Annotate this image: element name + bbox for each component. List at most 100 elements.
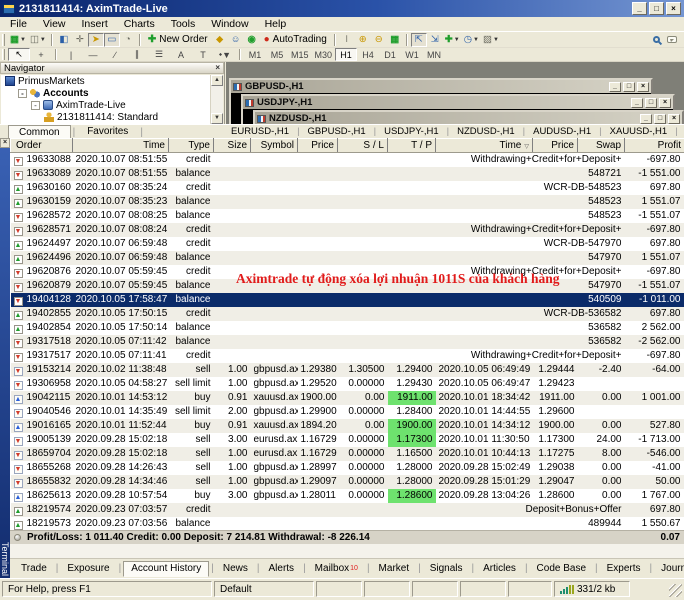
maximize-button[interactable]: □ — [654, 114, 666, 124]
close-icon[interactable]: × — [215, 64, 220, 72]
tile-windows-icon[interactable]: ▦ — [387, 33, 403, 47]
timeframe-h4[interactable]: H4 — [357, 48, 379, 61]
tab-news[interactable]: News — [216, 561, 255, 577]
table-row[interactable]: 196208762020.10.07 05:59:45creditWithdra… — [11, 265, 684, 279]
indicators-button[interactable]: ✚▼ — [443, 33, 462, 47]
menu-insert[interactable]: Insert — [74, 17, 116, 31]
zoom-out-icon[interactable]: ⊖ — [371, 33, 387, 47]
tab-articles[interactable]: Articles — [476, 561, 523, 577]
close-button[interactable]: × — [668, 114, 680, 124]
column-header-4[interactable]: Symbol — [251, 139, 298, 153]
resize-grip[interactable] — [669, 584, 682, 597]
column-header-8[interactable]: Time▽ — [436, 139, 533, 153]
tab-market[interactable]: Market — [372, 561, 417, 577]
table-row[interactable]: 196301592020.10.07 08:35:23balance548523… — [11, 195, 684, 209]
column-header-9[interactable]: Price — [533, 139, 578, 153]
table-row[interactable]: 190421152020.10.01 14:53:12buy0.91xauusd… — [11, 391, 684, 405]
tab-exposure[interactable]: Exposure — [60, 561, 116, 577]
table-row[interactable]: 194028552020.10.05 17:50:15creditWCR-DB-… — [11, 307, 684, 321]
table-row[interactable]: 196330892020.10.07 08:51:55balance548721… — [11, 167, 684, 181]
chart-window-title[interactable]: GBPUSD-,H1_□× — [231, 80, 651, 93]
terminal-toggle-icon[interactable]: ▭ — [104, 33, 120, 47]
menu-view[interactable]: View — [35, 17, 74, 31]
trendline-icon[interactable]: ∕ — [104, 48, 126, 61]
tab-alerts[interactable]: Alerts — [262, 561, 302, 577]
timeframe-m15[interactable]: M15 — [288, 48, 312, 61]
periods-button[interactable]: ◷▼ — [462, 33, 481, 47]
fibonacci-icon[interactable]: ☰ — [148, 48, 170, 61]
menu-tools[interactable]: Tools — [163, 17, 204, 31]
label-icon[interactable]: T — [192, 48, 214, 61]
table-row[interactable]: 191532142020.10.02 11:38:48sell1.00gbpus… — [11, 363, 684, 377]
table-row[interactable]: 196244972020.10.07 06:59:48creditWCR-DB-… — [11, 237, 684, 251]
new-order-button[interactable]: ✚New Order — [144, 33, 212, 47]
table-row[interactable]: 190405462020.10.01 14:35:49sell limit2.0… — [11, 405, 684, 419]
column-header-2[interactable]: Type — [169, 139, 214, 153]
navigator-item[interactable]: 2131811414: Standard — [1, 111, 223, 123]
table-row[interactable]: 193069582020.10.05 04:58:27sell limit1.0… — [11, 377, 684, 391]
chart-window-title[interactable]: USDJPY-,H1_□× — [243, 96, 673, 109]
tab-experts[interactable]: Experts — [600, 561, 648, 577]
vertical-line-icon[interactable]: | — [60, 48, 82, 61]
timeframe-d1[interactable]: D1 — [379, 48, 401, 61]
table-row[interactable]: 186256132020.09.28 10:57:54buy3.00gbpusd… — [11, 489, 684, 503]
auto-scroll-icon[interactable]: ⇱ — [411, 33, 427, 47]
minimize-button[interactable]: _ — [640, 114, 652, 124]
minimize-button[interactable]: _ — [609, 82, 621, 92]
timeframe-m5[interactable]: M5 — [266, 48, 288, 61]
menu-charts[interactable]: Charts — [116, 17, 163, 31]
navigator-item[interactable]: -AximTrade-Live — [1, 99, 223, 111]
table-row[interactable]: 196285712020.10.07 08:08:24creditWithdra… — [11, 223, 684, 237]
terminal-close-icon[interactable]: × — [0, 138, 10, 148]
menu-file[interactable]: File — [2, 17, 35, 31]
toolbar-grip[interactable] — [2, 34, 5, 46]
menu-window[interactable]: Window — [203, 17, 256, 31]
close-button[interactable]: × — [637, 82, 649, 92]
table-row[interactable]: 190161652020.10.01 11:52:44buy0.91xauusd… — [11, 419, 684, 433]
scroll-up-icon[interactable]: ▲ — [211, 75, 223, 86]
table-row[interactable]: 194041282020.10.05 17:58:47balance540509… — [11, 293, 684, 307]
shapes-button[interactable]: ⬩▼ — [214, 48, 236, 61]
close-button[interactable]: × — [659, 98, 671, 108]
chart-shift-icon[interactable]: ⇲ — [427, 33, 443, 47]
column-header-11[interactable]: Profit — [625, 139, 684, 153]
maximize-button[interactable]: □ — [623, 82, 635, 92]
tab-signals[interactable]: Signals — [423, 561, 470, 577]
chart-window[interactable]: NZDUSD-,H1_□× — [253, 110, 684, 124]
maximize-button[interactable]: □ — [649, 2, 664, 15]
chart-tab[interactable]: NZDUSD-,H1 — [451, 126, 521, 137]
table-row[interactable]: 193175172020.10.05 07:11:41creditWithdra… — [11, 349, 684, 363]
timeframe-mn[interactable]: MN — [423, 48, 445, 61]
terminal-caption-bar[interactable]: × Terminal — [0, 138, 10, 578]
metaeditor-icon[interactable]: ◆ — [212, 33, 228, 47]
tab-trade[interactable]: Trade — [14, 561, 54, 577]
new-chart-button[interactable]: ▦▼ — [8, 33, 28, 47]
table-row[interactable]: 186597042020.09.28 15:02:18sell1.00eurus… — [11, 447, 684, 461]
table-row[interactable]: 186558322020.09.28 14:34:46sell1.00gbpus… — [11, 475, 684, 489]
cursor-icon[interactable]: ↖ — [8, 48, 30, 61]
chart-window-title[interactable]: NZDUSD-,H1_□× — [255, 112, 682, 124]
table-row[interactable]: 190051392020.09.28 15:02:18sell3.00eurus… — [11, 433, 684, 447]
data-window-icon[interactable]: ✛ — [72, 33, 88, 47]
table-header-row[interactable]: OrderTimeTypeSizeSymbolPriceS / LT / PTi… — [11, 139, 684, 153]
column-header-0[interactable]: Order — [11, 139, 73, 153]
column-header-10[interactable]: Swap — [578, 139, 625, 153]
minimize-button[interactable]: _ — [632, 2, 647, 15]
maximize-button[interactable]: □ — [645, 98, 657, 108]
table-row[interactable]: 186552682020.09.28 14:26:43sell1.00gbpus… — [11, 461, 684, 475]
table-row[interactable]: 196330882020.10.07 08:51:55creditWithdra… — [11, 153, 684, 167]
timeframe-w1[interactable]: W1 — [401, 48, 423, 61]
timeframe-m30[interactable]: M30 — [312, 48, 336, 61]
status-profile[interactable]: Default — [214, 581, 314, 597]
strategy-tester-icon[interactable]: ◔ — [120, 33, 136, 47]
channel-icon[interactable]: ∥ — [126, 48, 148, 61]
experts-icon[interactable]: ☺ — [228, 33, 244, 47]
chart-tab[interactable]: EURUSD-,H1 — [225, 126, 295, 137]
menu-help[interactable]: Help — [257, 17, 295, 31]
table-row[interactable]: 196301602020.10.07 08:35:24creditWCR-DB-… — [11, 181, 684, 195]
close-button[interactable]: × — [666, 2, 681, 15]
column-header-3[interactable]: Size — [214, 139, 251, 153]
text-icon[interactable]: A — [170, 48, 192, 61]
column-header-5[interactable]: Price — [298, 139, 338, 153]
table-row[interactable]: 182195732020.09.23 07:03:56balance489944… — [11, 517, 684, 531]
